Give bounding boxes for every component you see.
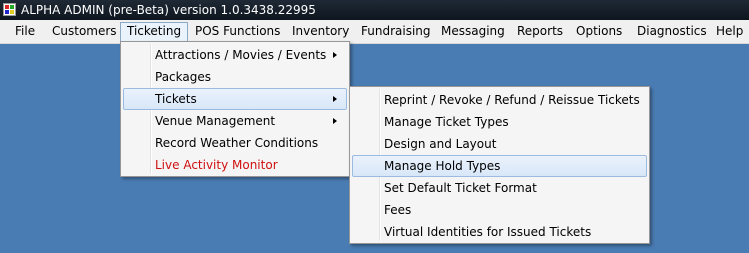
ticketing-dropdown: Attractions / Movies / Events Packages T… <box>120 41 350 177</box>
menu-bar: File Customers Ticketing POS Functions I… <box>0 20 749 44</box>
menu-pos-functions[interactable]: POS Functions <box>189 22 286 41</box>
menu-item-label: Venue Management <box>155 114 276 128</box>
submenu-arrow-icon <box>333 96 337 102</box>
menu-item-fees[interactable]: Fees <box>352 199 647 221</box>
menu-item-reprint-revoke-refund[interactable]: Reprint / Revoke / Refund / Reissue Tick… <box>352 89 647 111</box>
menu-item-manage-hold-types[interactable]: Manage Hold Types <box>352 155 647 177</box>
menu-item-label: Set Default Ticket Format <box>384 181 537 195</box>
menu-item-label: Live Activity Monitor <box>155 158 278 172</box>
menu-item-packages[interactable]: Packages <box>123 66 347 88</box>
menu-inventory[interactable]: Inventory <box>286 22 355 41</box>
menu-item-tickets[interactable]: Tickets <box>123 88 347 110</box>
menu-item-attractions[interactable]: Attractions / Movies / Events <box>123 44 347 66</box>
menu-item-set-default-ticket-format[interactable]: Set Default Ticket Format <box>352 177 647 199</box>
menu-item-record-weather[interactable]: Record Weather Conditions <box>123 132 347 154</box>
menu-help[interactable]: Help <box>710 22 749 41</box>
submenu-arrow-icon <box>333 52 337 58</box>
menu-item-virtual-identities[interactable]: Virtual Identities for Issued Tickets <box>352 221 647 243</box>
menu-item-label: Virtual Identities for Issued Tickets <box>384 225 592 239</box>
menu-item-label: Manage Hold Types <box>384 159 501 173</box>
menu-item-manage-ticket-types[interactable]: Manage Ticket Types <box>352 111 647 133</box>
menu-item-label: Record Weather Conditions <box>155 136 319 150</box>
menu-fundraising[interactable]: Fundraising <box>355 22 437 41</box>
menu-diagnostics[interactable]: Diagnostics <box>631 22 713 41</box>
menu-item-label: Design and Layout <box>384 137 497 151</box>
menu-item-label: Tickets <box>155 92 197 106</box>
app-icon[interactable] <box>3 3 16 16</box>
menu-item-label: Reprint / Revoke / Refund / Reissue Tick… <box>384 93 640 107</box>
menu-customers[interactable]: Customers <box>46 22 123 41</box>
tickets-submenu: Reprint / Revoke / Refund / Reissue Tick… <box>349 86 650 244</box>
menu-reports[interactable]: Reports <box>511 22 569 41</box>
menu-item-live-activity-monitor[interactable]: Live Activity Monitor <box>123 154 347 176</box>
menu-item-venue-management[interactable]: Venue Management <box>123 110 347 132</box>
submenu-arrow-icon <box>333 118 337 124</box>
menu-messaging[interactable]: Messaging <box>435 22 511 41</box>
menu-options[interactable]: Options <box>570 22 628 41</box>
menu-item-label: Packages <box>155 70 211 84</box>
menu-ticketing[interactable]: Ticketing <box>120 22 189 41</box>
menu-item-label: Fees <box>384 203 412 217</box>
title-bar: ALPHA ADMIN (pre-Beta) version 1.0.3438.… <box>0 0 749 20</box>
menu-file[interactable]: File <box>9 22 41 41</box>
menu-item-design-layout[interactable]: Design and Layout <box>352 133 647 155</box>
window-title: ALPHA ADMIN (pre-Beta) version 1.0.3438.… <box>21 3 316 17</box>
menu-item-label: Attractions / Movies / Events <box>155 48 327 62</box>
menu-item-label: Manage Ticket Types <box>384 115 509 129</box>
